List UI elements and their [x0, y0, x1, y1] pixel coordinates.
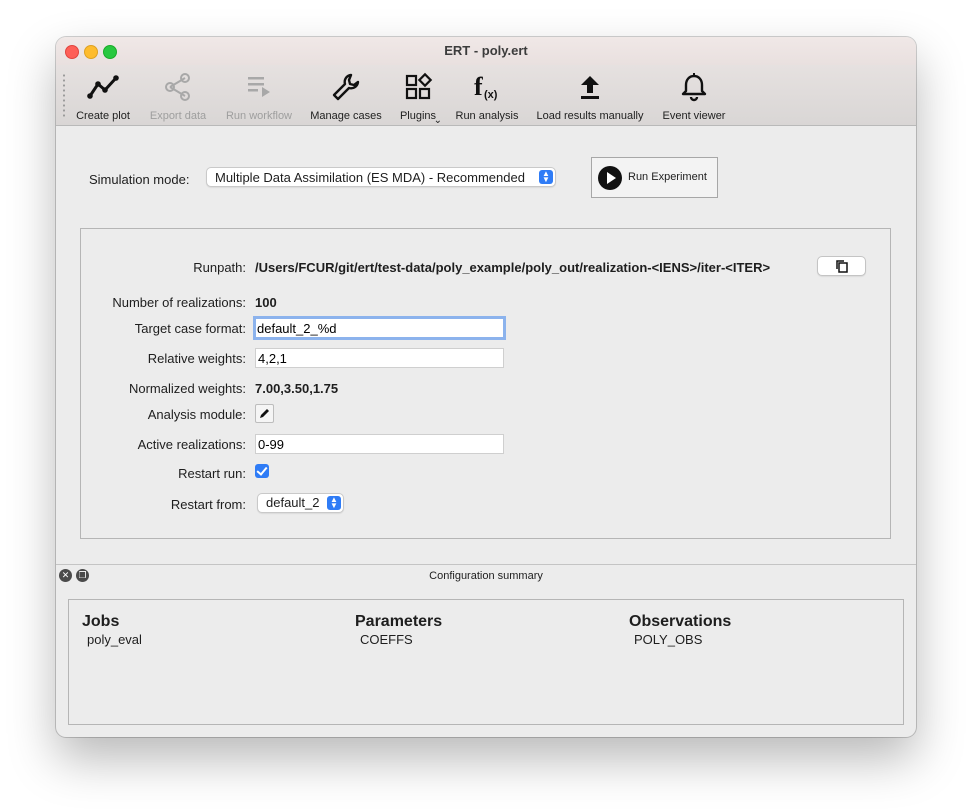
- analysis-module-edit-button[interactable]: [255, 404, 274, 423]
- parameters-header: Parameters: [355, 613, 443, 630]
- close-dock-icon[interactable]: ✕: [59, 569, 72, 582]
- analysis-module-label: Analysis module:: [147, 407, 246, 422]
- restart-run-label: Restart run:: [178, 466, 246, 481]
- manage-cases-label: Manage cases: [310, 110, 382, 122]
- observations-header: Observations: [629, 613, 732, 630]
- export-data-label: Export data: [149, 110, 207, 122]
- copy-icon: [836, 260, 848, 273]
- load-results-label: Load results manually: [536, 110, 644, 122]
- simulation-mode-select[interactable]: Multiple Data Assimilation (ES MDA) - Re…: [206, 167, 556, 187]
- share-icon: [165, 73, 190, 101]
- run-analysis-label: Run analysis: [455, 110, 519, 122]
- bell-icon: [681, 73, 707, 102]
- run-workflow-button[interactable]: Run workflow: [224, 69, 294, 123]
- run-experiment-button[interactable]: Run Experiment: [591, 157, 718, 198]
- chevron-down-icon: ⌄: [433, 115, 442, 126]
- float-dock-icon[interactable]: ❐: [76, 569, 89, 582]
- main-window: ERT - poly.ert Create plot Export data R…: [56, 37, 916, 737]
- summary-title: Configuration summary: [429, 570, 543, 582]
- widgets-icon: [405, 72, 433, 100]
- load-results-button[interactable]: Load results manually: [536, 69, 644, 123]
- svg-text:(x): (x): [484, 89, 498, 101]
- simulation-mode-label: Simulation mode:: [89, 172, 190, 187]
- line-chart-icon: [87, 75, 119, 99]
- active-realizations-label: Active realizations:: [137, 437, 246, 452]
- toolbar-grip[interactable]: [63, 73, 65, 117]
- runpath-value: /Users/FCUR/git/ert/test-data/poly_examp…: [255, 260, 771, 275]
- parameter-item: COEFFS: [360, 632, 413, 647]
- run-experiment-label: Run Experiment: [628, 171, 707, 183]
- restart-from-value: default_2: [266, 495, 320, 510]
- num-realizations-value: 100: [255, 295, 277, 310]
- playlist-play-icon: [248, 77, 270, 97]
- chevron-updown-icon: ▲ ▼: [327, 496, 341, 510]
- plugins-label: Plugins: [399, 110, 437, 122]
- play-icon: [598, 166, 622, 190]
- runpath-label: Runpath:: [193, 260, 246, 275]
- summary-dock-titlebar: ✕ ❐ Configuration summary: [56, 564, 916, 587]
- minimize-window-button[interactable]: [84, 45, 98, 59]
- window-title: ERT - poly.ert: [444, 43, 528, 58]
- event-viewer-button[interactable]: Event viewer: [660, 69, 728, 123]
- maximize-window-button[interactable]: [103, 45, 117, 59]
- pencil-icon: [260, 409, 269, 418]
- chevron-updown-icon: ▲ ▼: [539, 170, 553, 184]
- simulation-mode-value: Multiple Data Assimilation (ES MDA) - Re…: [215, 170, 525, 185]
- run-analysis-button[interactable]: f (x) Run analysis: [455, 69, 519, 123]
- copy-runpath-button[interactable]: [817, 256, 866, 276]
- restart-from-select[interactable]: default_2 ▲ ▼: [257, 493, 344, 513]
- observation-item: POLY_OBS: [634, 632, 703, 647]
- active-realizations-input[interactable]: [255, 434, 504, 454]
- normalized-weights-value: 7.00,3.50,1.75: [255, 381, 339, 396]
- title-bar: ERT - poly.ert: [56, 37, 916, 65]
- target-case-input[interactable]: [253, 316, 506, 340]
- configuration-summary-panel: Jobs poly_eval Parameters COEFFS Observa…: [68, 599, 904, 725]
- export-data-button[interactable]: Export data: [148, 69, 208, 123]
- restart-run-checkbox[interactable]: [255, 464, 269, 478]
- wrench-icon: [332, 73, 360, 101]
- target-case-label: Target case format:: [134, 321, 246, 336]
- close-window-button[interactable]: [65, 45, 79, 59]
- relative-weights-input[interactable]: [255, 348, 504, 368]
- num-realizations-label: Number of realizations:: [112, 295, 246, 310]
- create-plot-label: Create plot: [76, 110, 130, 122]
- event-viewer-label: Event viewer: [662, 110, 726, 122]
- normalized-weights-label: Normalized weights:: [128, 381, 246, 396]
- create-plot-button[interactable]: Create plot: [73, 69, 133, 123]
- plugins-button[interactable]: Plugins ⌄: [398, 69, 442, 126]
- restart-from-label: Restart from:: [170, 497, 246, 512]
- jobs-header: Jobs: [82, 613, 120, 630]
- svg-text:f: f: [474, 72, 483, 101]
- function-icon: f (x): [474, 72, 498, 101]
- toolbar: Create plot Export data Run workflow Man…: [56, 65, 916, 126]
- manage-cases-button[interactable]: Manage cases: [310, 69, 382, 123]
- upload-icon: [581, 76, 599, 99]
- job-item: poly_eval: [87, 632, 142, 647]
- run-workflow-label: Run workflow: [225, 110, 293, 122]
- relative-weights-label: Relative weights:: [147, 351, 246, 366]
